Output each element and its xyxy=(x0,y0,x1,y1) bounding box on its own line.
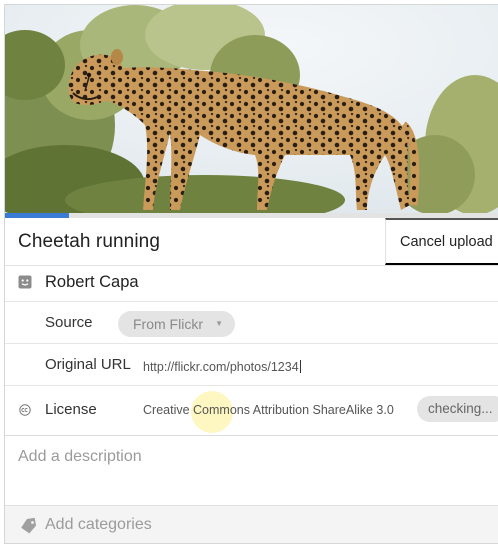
title-row: Cheetah running Cancel upload xyxy=(5,218,498,266)
cancel-upload-button[interactable]: Cancel upload xyxy=(385,218,498,265)
title-input[interactable]: Cheetah running xyxy=(18,231,160,253)
add-categories-label: Add categories xyxy=(45,516,152,533)
original-url-value: http://flickr.com/photos/1234 xyxy=(143,360,299,374)
text-cursor xyxy=(299,360,301,373)
source-dropdown[interactable]: From Flickr ▼ xyxy=(118,311,235,337)
creative-commons-icon xyxy=(19,404,31,416)
description-placeholder: Add a description xyxy=(18,448,142,465)
description-field[interactable]: Add a description xyxy=(5,436,498,506)
original-url-input[interactable]: http://flickr.com/photos/1234 xyxy=(143,360,301,374)
tag-icon xyxy=(21,518,37,534)
license-label: License xyxy=(45,401,97,418)
source-row: Source From Flickr ▼ xyxy=(5,302,498,344)
license-row: License Creative Commons Attribution Sha… xyxy=(5,386,498,436)
license-checking-button[interactable]: checking... xyxy=(417,396,498,422)
upload-card: Cheetah running Cancel upload Robert Cap… xyxy=(4,4,498,544)
user-icon xyxy=(18,275,32,289)
cheetah-photo xyxy=(5,5,498,213)
chevron-down-icon: ▼ xyxy=(215,319,223,328)
author-row: Robert Capa xyxy=(5,266,498,302)
author-name[interactable]: Robert Capa xyxy=(45,273,139,292)
add-categories-bar[interactable]: Add categories xyxy=(5,506,498,543)
photo-illustration xyxy=(5,5,498,213)
original-url-label: Original URL xyxy=(45,356,131,373)
original-url-row: Original URL http://flickr.com/photos/12… xyxy=(5,344,498,386)
source-selected-value: From Flickr xyxy=(133,316,203,332)
license-value[interactable]: Creative Commons Attribution ShareAlike … xyxy=(143,403,394,417)
source-label: Source xyxy=(45,314,93,331)
